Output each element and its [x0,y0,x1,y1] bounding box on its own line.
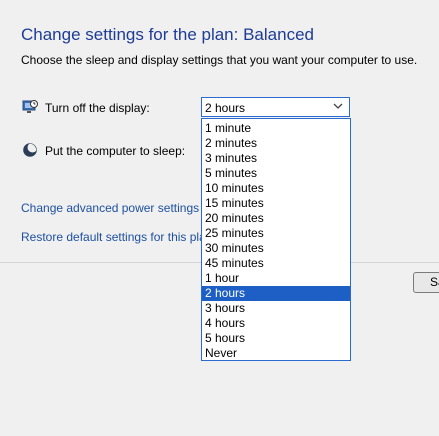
dropdown-option[interactable]: 3 hours [202,301,350,316]
dropdown-option[interactable]: 25 minutes [202,226,350,241]
advanced-settings-link[interactable]: Change advanced power settings [21,201,199,215]
save-button[interactable]: Sa [413,272,439,293]
dropdown-option[interactable]: 2 minutes [202,136,350,151]
display-label: Turn off the display: [45,101,150,115]
dropdown-option[interactable]: 5 hours [202,331,350,346]
display-timeout-select[interactable]: 2 hours [201,97,350,117]
dropdown-option[interactable]: 2 hours [202,286,350,301]
dropdown-option[interactable]: 10 minutes [202,181,350,196]
dropdown-option[interactable]: 5 minutes [202,166,350,181]
monitor-icon [22,100,38,113]
page-subtitle: Choose the sleep and display settings th… [21,53,418,67]
dropdown-option[interactable]: 1 minute [202,121,350,136]
dropdown-option[interactable]: 1 hour [202,271,350,286]
dropdown-option[interactable]: 45 minutes [202,256,350,271]
page-title: Change settings for the plan: Balanced [21,25,314,44]
dropdown-option[interactable]: Never [202,346,350,361]
dropdown-option[interactable]: 20 minutes [202,211,350,226]
dropdown-option[interactable]: 30 minutes [202,241,350,256]
sleep-label: Put the computer to sleep: [45,144,186,158]
display-timeout-dropdown: 1 minute 2 minutes 3 minutes 5 minutes 10 mi… [201,118,351,361]
restore-defaults-link[interactable]: Restore default settings for this pla [21,230,206,244]
dropdown-option[interactable]: 4 hours [202,316,350,331]
chevron-down-icon [333,103,343,109]
moon-icon [23,142,38,157]
dropdown-option[interactable]: 3 minutes [202,151,350,166]
dropdown-option[interactable]: 15 minutes [202,196,350,211]
display-timeout-value: 2 hours [205,101,246,115]
